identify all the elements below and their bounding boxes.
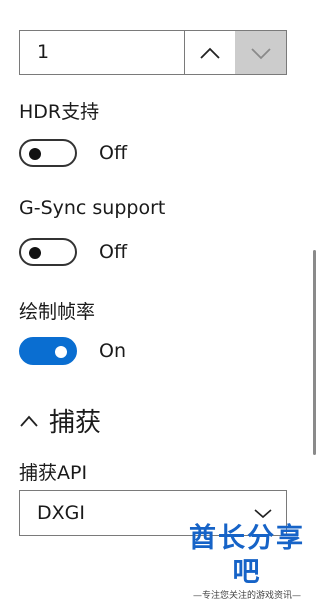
draw-framerate-toggle[interactable] <box>19 337 77 365</box>
gsync-support-row: Off <box>19 237 127 267</box>
watermark-subtitle: —专注您关注的游戏资讯— <box>192 591 301 601</box>
chevron-down-icon <box>250 47 271 59</box>
draw-framerate-label: 绘制帧率 <box>19 301 96 323</box>
gsync-support-toggle[interactable] <box>19 238 77 266</box>
hdr-support-row: Off <box>19 138 127 168</box>
number-stepper: 1 <box>19 30 287 75</box>
hdr-support-toggle[interactable] <box>19 139 77 167</box>
toggle-knob <box>29 247 41 259</box>
watermark: 酋长分享吧 —专注您关注的游戏资讯— <box>176 522 318 602</box>
increment-button[interactable] <box>184 31 235 74</box>
chevron-down-icon <box>254 508 272 518</box>
capture-section-header[interactable]: 捕获 <box>19 402 101 439</box>
capture-api-value: DXGI <box>37 502 85 524</box>
chevron-up-icon <box>200 47 220 59</box>
hdr-support-label: HDR支持 <box>19 101 100 123</box>
scrollbar-thumb[interactable] <box>313 250 316 455</box>
toggle-knob <box>55 346 67 358</box>
draw-framerate-row: On <box>19 336 126 366</box>
decrement-button[interactable] <box>235 31 286 74</box>
watermark-title: 酋长分享吧 <box>189 523 305 588</box>
gsync-support-state: Off <box>99 241 128 263</box>
capture-api-label: 捕获API <box>19 462 88 484</box>
chevron-up-icon <box>20 415 38 427</box>
draw-framerate-state: On <box>99 340 126 362</box>
toggle-knob <box>29 148 41 160</box>
gsync-support-label: G-Sync support <box>19 197 166 219</box>
capture-section-title: 捕获 <box>49 408 102 438</box>
stepper-value[interactable]: 1 <box>20 31 184 74</box>
hdr-support-state: Off <box>99 142 128 164</box>
